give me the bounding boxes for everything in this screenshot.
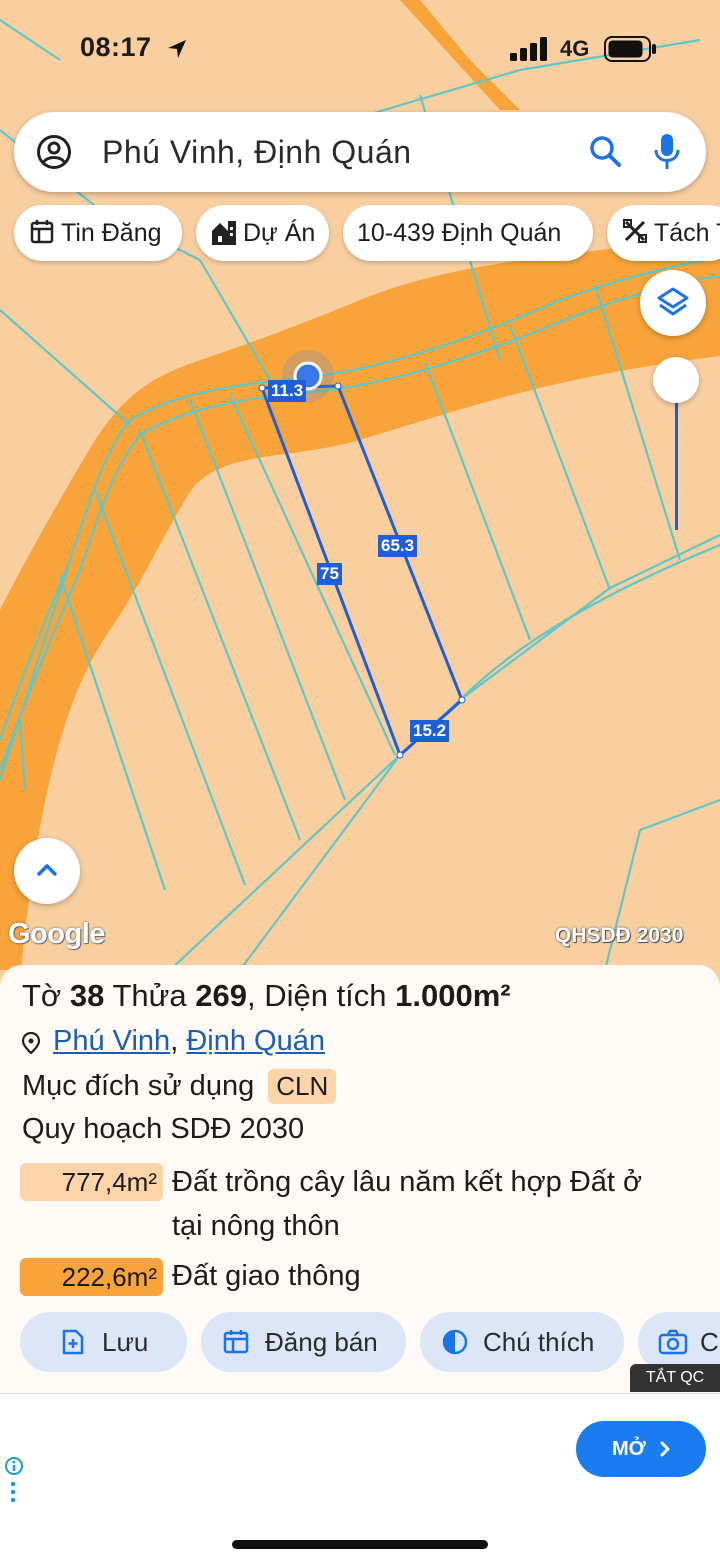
open-ad-button[interactable]: MỞ [576,1421,706,1477]
plan-area-badge: 777,4m² [20,1163,163,1201]
plan-title: Quy hoạch SDĐ 2030 [22,1113,305,1145]
calendar-icon [223,1330,249,1354]
home-indicator[interactable] [232,1540,488,1549]
chip-label: 10-439 Định Quán [357,219,562,247]
opacity-slider-track[interactable] [675,395,678,530]
battery-icon [604,36,656,62]
bottom-safe-area [0,1505,720,1562]
clock: 08:17 [80,32,152,62]
edge-length-label: 11.3 [268,380,307,402]
post-sale-label: Đăng bán [265,1327,378,1357]
chevron-right-icon [660,1441,670,1457]
chip-map-sheet[interactable]: 10-439 Định Quán [343,205,593,261]
plan-description-cont: tại nông thôn [172,1210,340,1242]
chevron-up-icon [37,864,57,876]
save-button[interactable]: Lưu [20,1312,187,1372]
camera-icon [658,1329,688,1355]
chip-du-an[interactable]: Dự Án [196,205,329,261]
open-label: MỞ [612,1438,646,1460]
parcel-title: Tờ 38 Thửa 269, Diện tích 1.000m² [22,978,511,1013]
plan-description: Đất trồng cây lâu năm kết hợp Đất ở [172,1166,643,1198]
close-ad-button[interactable]: TẮT QC [630,1364,720,1392]
plan-description: Đất giao thông [172,1260,361,1292]
location-arrow-icon [168,40,186,58]
google-logo: Google [8,918,105,950]
plan-area-badge: 222,6m² [20,1258,163,1296]
file-plus-icon [62,1329,84,1355]
chip-label: Dự Án [243,219,316,247]
building-icon [212,221,236,245]
ward-link[interactable]: Phú Vinh [53,1025,170,1057]
chip-label: Tin Đăng [61,219,162,247]
legend-label: Chú thích [483,1327,595,1357]
search-input[interactable]: Phú Vinh, Định Quán [102,134,412,171]
land-use-purpose: Mục đích sử dụng CLN [22,1069,337,1104]
legend-button[interactable]: Chú thích [420,1312,624,1372]
layer-tag: QHSDĐ 2030 [555,924,684,947]
calendar-icon [30,220,54,244]
microphone-icon[interactable] [652,132,682,172]
capture-button[interactable]: C [638,1312,720,1372]
chip-tach-thua[interactable]: Tách T [607,205,720,261]
opacity-slider-handle[interactable] [653,357,699,403]
status-bar: 08:17 4G [0,0,720,100]
chip-tin-dang[interactable]: Tin Đăng [14,205,182,261]
location-pin-icon [22,1032,40,1054]
save-label: Lưu [102,1327,149,1357]
info-icon[interactable] [4,1456,24,1476]
tools-icon [623,219,647,243]
layers-button[interactable] [640,270,706,336]
purpose-code-badge: CLN [268,1069,337,1104]
account-icon[interactable] [36,134,72,170]
search-icon[interactable] [588,134,624,170]
chip-label: Tách T [654,219,720,247]
edge-length-label: 75 [317,563,342,585]
network-type: 4G [560,36,590,61]
layers-icon [657,287,689,316]
signal-icon [510,37,547,61]
expand-up-button[interactable] [14,838,80,904]
half-circle-icon [442,1329,468,1355]
more-vert-icon[interactable] [8,1480,18,1504]
search-bar[interactable]: Phú Vinh, Định Quán [14,112,706,192]
district-link[interactable]: Định Quán [186,1025,325,1057]
post-sale-button[interactable]: Đăng bán [201,1312,406,1372]
capture-label: C [700,1327,719,1357]
edge-length-label: 15.2 [410,720,450,742]
edge-length-label: 65.3 [378,535,418,557]
